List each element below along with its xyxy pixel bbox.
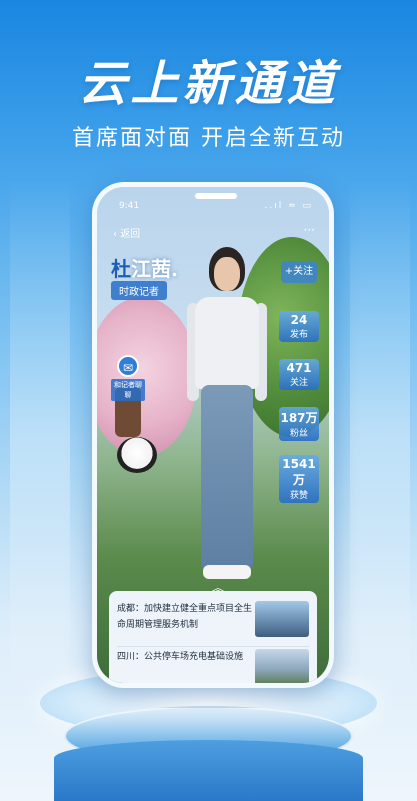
back-button[interactable]: ‹ 返回 bbox=[113, 225, 140, 240]
back-button-label: 返回 bbox=[120, 229, 141, 240]
reporter-role-badge: 时政记者 bbox=[111, 281, 167, 300]
light-beam-left bbox=[10, 180, 70, 700]
stat-posts-label: 发布 bbox=[289, 330, 308, 340]
stat-posts[interactable]: 24 发布 bbox=[279, 311, 319, 342]
promo-headline: 云上新通道 bbox=[78, 56, 339, 112]
stat-following-label: 关注 bbox=[289, 378, 308, 388]
avatar-shirt bbox=[195, 297, 259, 389]
avatar-shoes bbox=[203, 565, 251, 579]
status-time: 9:41 bbox=[119, 201, 140, 211]
stat-likes-value: 1541万 bbox=[282, 457, 316, 487]
virtual-reporter-avatar[interactable] bbox=[187, 247, 267, 583]
reporter-name-first: 杜 bbox=[111, 257, 131, 281]
avatar-face bbox=[214, 257, 240, 291]
news-item-thumbnail bbox=[255, 601, 309, 637]
news-item[interactable]: 成都：加快建立健全重点项目全生命周期管理服务机制 bbox=[117, 599, 309, 647]
stat-following-value: 471 bbox=[286, 361, 312, 375]
chat-bubble-icon: ✉ bbox=[117, 355, 139, 377]
chevron-left-icon: ‹ bbox=[113, 229, 117, 240]
stat-fans-label: 粉丝 bbox=[289, 429, 308, 439]
follow-button[interactable]: +关注 bbox=[281, 261, 317, 283]
stat-posts-value: 24 bbox=[290, 313, 308, 327]
more-options-button[interactable]: ··· bbox=[304, 223, 315, 237]
news-item-thumbnail bbox=[255, 649, 309, 683]
panda-illustration bbox=[117, 437, 157, 473]
signal-wifi-battery-icon: ..ıl ≈ ▭ bbox=[264, 201, 313, 211]
chat-with-reporter-label: 和记者聊聊 bbox=[111, 379, 145, 401]
chat-with-reporter-button[interactable]: ✉ 和记者聊聊 bbox=[111, 355, 145, 401]
news-item[interactable]: 四川：公共停车场充电基础设施 bbox=[117, 647, 309, 683]
stat-fans-value: 187万 bbox=[280, 411, 318, 425]
phone-mockup: 9:41 ..ıl ≈ ▭ ‹ 返回 ··· 杜江茜. 时政记者 +关注 24 … bbox=[92, 182, 334, 688]
stat-likes[interactable]: 1541万 获赞 bbox=[279, 455, 319, 503]
status-bar: 9:41 ..ıl ≈ ▭ bbox=[97, 187, 329, 217]
status-notch bbox=[195, 193, 237, 199]
stat-fans[interactable]: 187万 粉丝 bbox=[279, 407, 319, 441]
news-item-title: 成都：加快建立健全重点项目全生命周期管理服务机制 bbox=[117, 604, 253, 630]
stat-following[interactable]: 471 关注 bbox=[279, 359, 319, 390]
reporter-name: 杜江茜. bbox=[111, 253, 178, 282]
news-feed-card: 成都：加快建立健全重点项目全生命周期管理服务机制 四川：公共停车场充电基础设施 bbox=[109, 591, 317, 683]
promo-subline: 首席面对面 开启全新互动 bbox=[72, 126, 345, 151]
avatar-jeans bbox=[201, 385, 253, 571]
stat-likes-label: 获赞 bbox=[289, 491, 308, 501]
reporter-name-suffix: . bbox=[171, 257, 178, 281]
podium-base bbox=[54, 740, 363, 801]
light-beam-right bbox=[350, 180, 410, 700]
reporter-name-rest: 江茜 bbox=[131, 257, 171, 281]
news-item-title: 四川：公共停车场充电基础设施 bbox=[117, 652, 244, 662]
